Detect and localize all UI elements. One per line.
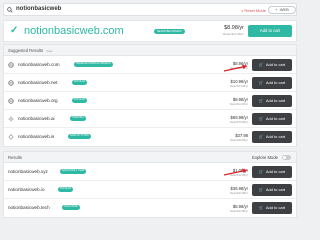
domain-price: $37.98 (235, 133, 248, 138)
globe-icon (8, 98, 14, 104)
featured-domain: notionbasicweb.com (24, 25, 124, 37)
add-to-cart-button[interactable]: 🛒 Add to cart (252, 184, 292, 196)
add-to-cart-button[interactable]: 🛒 Add to cart (252, 95, 292, 107)
add-to-cart-button[interactable]: 🛒 Add to cart (252, 113, 292, 125)
results-header: Results Explore Mode (4, 152, 296, 163)
results-panel: Results Explore Mode notionbasicweb.xyz … (3, 151, 297, 218)
add-to-cart-label: Add to cart (265, 80, 286, 85)
add-web-extension-button[interactable]: + .WEB (268, 6, 296, 14)
domain-name: notionbasicweb.ai (18, 116, 55, 121)
domain-tag: SAVE UP TO 55% (68, 134, 91, 139)
search-icon (7, 7, 13, 13)
list-item: notionbasicweb.tech SALE PRICE $8.98/yr … (4, 199, 296, 217)
cart-icon: 🛒 (258, 80, 264, 85)
suggested-results-panel: Suggested Results View notionbasicweb.com… (3, 44, 297, 147)
reset-mode-link[interactable]: Reset Mode (241, 8, 266, 13)
add-to-cart-label: Add to cart (265, 169, 286, 174)
diamond-icon (8, 134, 14, 140)
sparkle-icon (8, 116, 14, 122)
domain-name: notionbasicweb.com (18, 62, 60, 67)
domain-name: notionbasicweb.io (8, 187, 45, 192)
domain-name: notionbasicweb.tech (8, 205, 50, 210)
featured-price: $8.98/yr (224, 25, 244, 31)
add-to-cart-button[interactable]: 🛒 Add to cart (252, 131, 292, 143)
domain-price: $36.98/yr (230, 186, 248, 191)
cart-icon: 🛒 (258, 98, 264, 103)
globe-icon (8, 62, 14, 68)
add-to-cart-label: Add to cart (265, 116, 286, 121)
add-to-cart-button[interactable]: 🛒 Add to cart (252, 202, 292, 214)
list-item: notionbasicweb.org POPULAR $8.98/yr Reta… (4, 92, 296, 110)
featured-add-to-cart-button[interactable]: Add to cart (248, 25, 292, 37)
add-to-cart-label: Add to cart (265, 187, 286, 192)
domain-retail-price: Retail $14.98/yr (229, 84, 248, 88)
list-item: notionbasicweb.net POPULAR $10.98/yr Ret… (4, 74, 296, 92)
cart-icon: 🛒 (258, 205, 264, 210)
domain-retail-price: Retail $79.98/yr (229, 120, 248, 124)
domain-tag: POPULAR (72, 80, 87, 85)
domain-name: notionbasicweb.net (18, 80, 58, 85)
checkmark-icon: ✓ (10, 25, 19, 36)
domain-name: notionbasicweb.xyz (8, 169, 48, 174)
add-to-cart-label: Add to cart (265, 98, 286, 103)
domain-name: notionbasicweb.org (18, 98, 58, 103)
add-to-cart-label: Add to cart (265, 62, 286, 67)
domain-retail-price: Retail $49.98/yr (229, 138, 248, 142)
view-link[interactable]: View (46, 49, 52, 53)
domain-price: $69.98/yr (230, 115, 248, 120)
cart-icon: 🛒 (258, 187, 264, 192)
list-item: notionbasicweb.xyz SALE PRICE 1 YEAR $1.… (4, 163, 296, 181)
domain-price: $8.98/yr (232, 97, 248, 102)
domain-retail-price: Retail $12.98/yr (229, 102, 248, 106)
domain-price: $10.98/yr (230, 79, 248, 84)
cart-icon: 🛒 (258, 134, 264, 139)
domain-name: notionbasicweb.is (18, 134, 55, 139)
globe-icon (8, 80, 14, 86)
list-item: notionbasicweb.io POPULAR $36.98/yr Reta… (4, 181, 296, 199)
add-to-cart-label: Add to cart (265, 205, 286, 210)
featured-retail-price: Retail $12.98/yr (222, 32, 244, 36)
featured-result: ✓ notionbasicweb.com SEARCHED DOMAIN $8.… (3, 20, 297, 42)
annotation-arrow (223, 168, 248, 176)
domain-retail-price: Retail $44.98/yr (229, 191, 248, 195)
suggested-results-title: Suggested Results (8, 48, 44, 53)
search-input[interactable]: notionbasicweb (16, 6, 61, 12)
cart-icon: 🛒 (258, 116, 264, 121)
explore-mode-label: Explore Mode (252, 155, 278, 160)
list-item: notionbasicweb.com PREMIUM DOMAIN EXTENS… (4, 56, 296, 74)
domain-tag: TRENDING (70, 116, 86, 121)
add-to-cart-label: Add to cart (265, 134, 286, 139)
annotation-arrow (223, 64, 248, 72)
domain-tag: POPULAR (72, 98, 87, 103)
add-to-cart-button[interactable]: 🛒 Add to cart (252, 77, 292, 89)
list-item: notionbasicweb.is SAVE UP TO 55% $37.98 … (4, 128, 296, 146)
cart-icon: 🛒 (258, 169, 264, 174)
searched-domain-badge: SEARCHED DOMAIN (154, 29, 185, 34)
explore-mode-toggle[interactable] (282, 155, 291, 160)
list-item: notionbasicweb.ai TRENDING $69.98/yr Ret… (4, 110, 296, 128)
search-bar[interactable]: notionbasicweb Reset Mode + .WEB (3, 3, 297, 16)
add-to-cart-button[interactable]: 🛒 Add to cart (252, 59, 292, 71)
domain-retail-price: Retail $44.98/yr (229, 209, 248, 213)
cart-icon: 🛒 (258, 62, 264, 67)
suggested-results-header: Suggested Results View (4, 45, 296, 56)
domain-tag: SALE PRICE 1 YEAR (60, 169, 87, 174)
results-title: Results (8, 155, 22, 160)
domain-tag: PREMIUM DOMAIN EXTENSION (74, 62, 113, 67)
domain-price: $8.98/yr (232, 204, 248, 209)
domain-tag: POPULAR (58, 187, 73, 192)
domain-tag: SALE PRICE (62, 205, 80, 210)
add-to-cart-button[interactable]: 🛒 Add to cart (252, 166, 292, 178)
